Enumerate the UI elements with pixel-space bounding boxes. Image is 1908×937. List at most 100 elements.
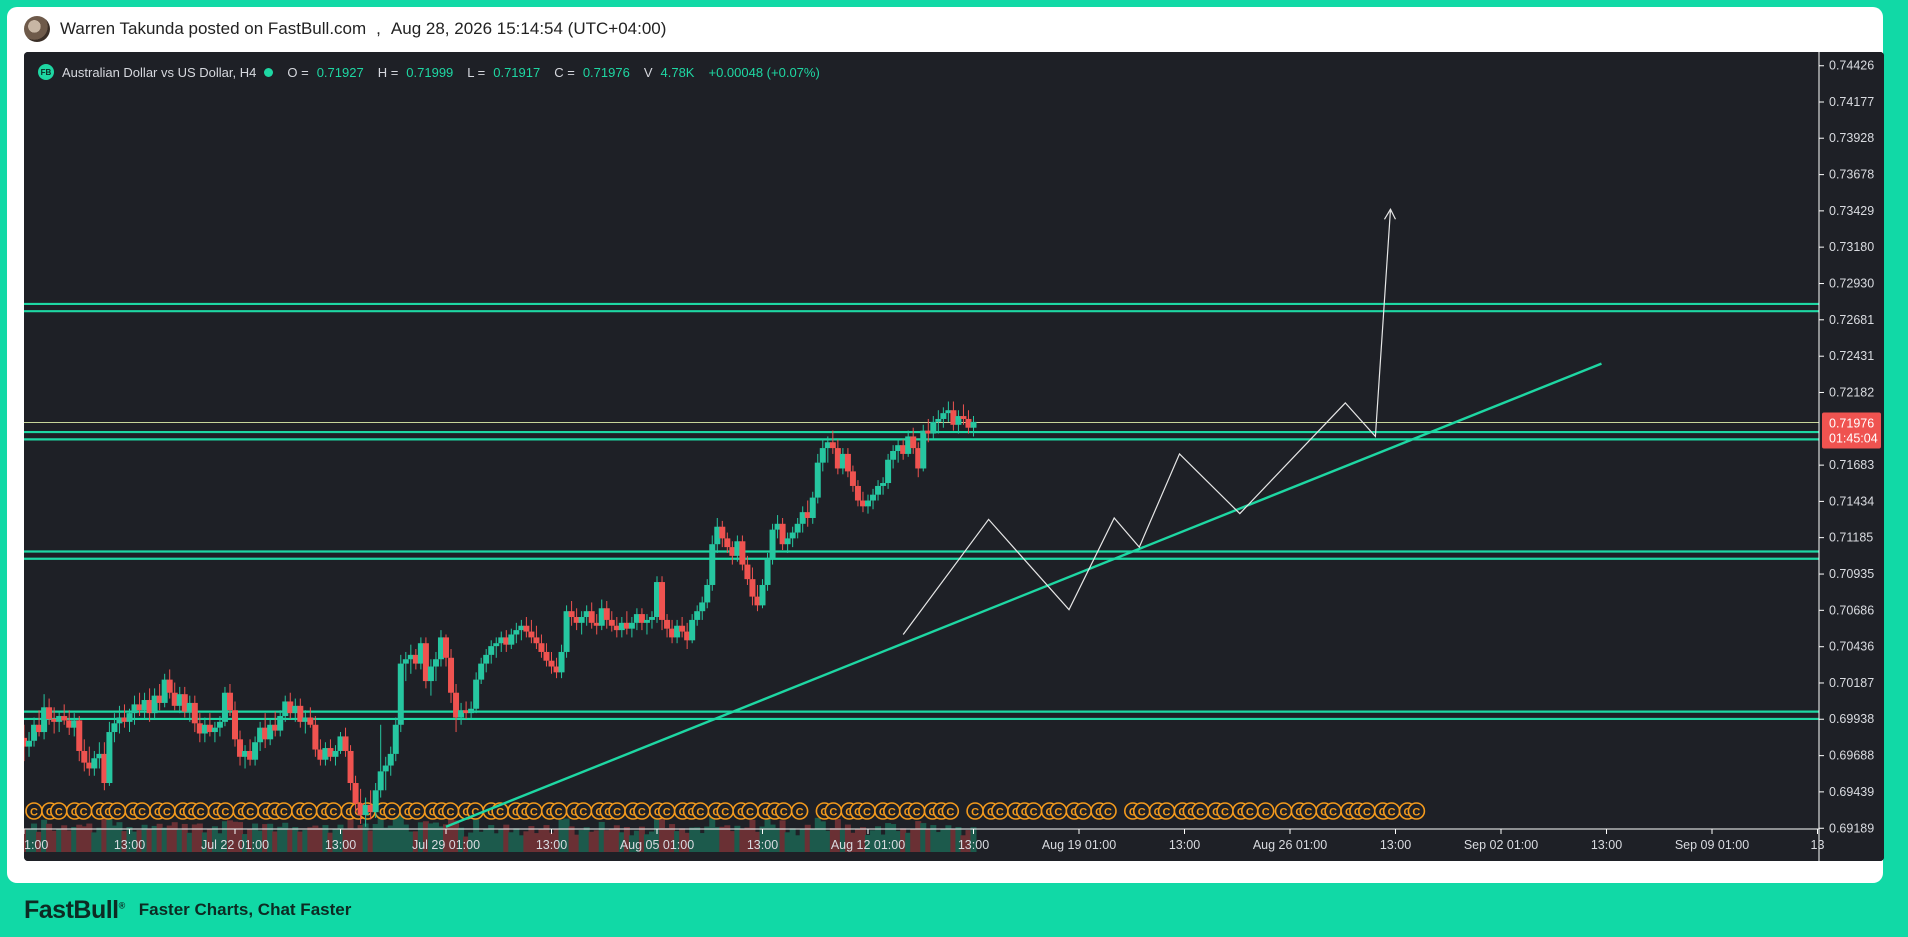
price-tag-countdown: 01:45:04 [1829,431,1878,445]
candle-body [643,619,650,623]
event-marker-label: C [780,807,788,819]
price-tick-label: 0.70935 [1829,567,1874,581]
fastbull-badge-icon: FB [38,64,54,80]
candle-body [538,643,545,652]
author-line[interactable]: Warren Takunda posted on FastBull.com [60,19,366,39]
logo-text: FastBull [24,895,119,924]
price-tick-label: 0.72431 [1829,349,1874,363]
candle-body [844,453,851,472]
low-value: 0.71917 [493,64,541,80]
event-marker-label: C [863,807,871,819]
event-marker-label: C [996,807,1004,819]
chart-panel[interactable]: CCCCCCCCCCCCCCCCCCCCCCCCCCCCCCCCCCCCCCCC… [24,52,1884,861]
fastbull-logo[interactable]: FastBull® [24,896,125,925]
candle-body [960,416,967,419]
price-tick-label: 0.73928 [1829,131,1874,145]
candle-body [307,717,314,725]
candle-body [468,708,475,714]
event-marker-label: C [663,807,671,819]
price-tick-label: 0.71434 [1829,494,1874,508]
candle-body [397,663,404,725]
price-tick-label: 0.73678 [1829,168,1874,182]
time-tick-label: Sep 09 01:00 [1675,838,1749,852]
volume-value: 4.78K [660,64,695,80]
candle-body [880,483,887,486]
price-tick-label: 0.72681 [1829,313,1874,327]
candle-body [739,541,746,565]
time-tick-label: 13:00 [747,838,778,852]
candle-body [106,732,113,784]
candle-body [523,625,530,632]
candle-body [543,651,550,661]
event-marker-label: C [1262,807,1270,819]
event-marker-44: C [549,802,568,820]
price-tick-label: 0.72930 [1829,277,1874,291]
event-marker-64: C [790,802,809,820]
candle-body [648,617,655,620]
event-marker-49: C [608,802,626,820]
event-marker-32: C [407,802,426,820]
event-marker-label: C [413,807,421,819]
close-value: 0.71976 [582,64,630,80]
time-tick-label: 15 01:00 [24,838,48,852]
candle-body [352,783,359,804]
event-marker-label: C [496,807,504,819]
price-tick-label: 0.69439 [1829,785,1874,799]
price-tick-label: 0.70187 [1829,676,1874,690]
candle-body [483,654,490,664]
avatar[interactable] [24,16,50,42]
candle-body [910,436,917,449]
event-marker-4: C [74,802,93,820]
candle-body [232,710,238,740]
event-marker-label: C [946,807,954,819]
candle-body [211,727,218,733]
event-marker-86: C [1049,802,1068,820]
candle-body [252,742,259,760]
candle-body [226,692,233,711]
open-label: O = [287,64,309,80]
price-tick-label: 0.73180 [1829,240,1874,254]
event-marker-label: C [1163,807,1171,819]
event-marker-label: C [1304,807,1312,819]
event-marker-label: C [888,807,896,819]
event-marker-label: C [1246,807,1254,819]
event-marker-label: C [796,807,804,819]
event-marker-46: C [574,802,593,820]
candle-body [578,617,585,623]
candle-body [885,459,892,484]
time-tick-label: 13 [1811,838,1825,852]
candle-body [126,713,133,722]
event-marker-label: C [388,807,396,819]
post-timestamp: Aug 28, 2026 15:14:54 (UTC+04:00) [390,19,667,38]
candle-body [443,637,449,658]
event-marker-label: C [1221,807,1229,819]
event-marker-112: C [1358,802,1376,820]
event-marker-label: C [197,807,205,819]
candle-body [814,462,821,498]
footer-tagline: Faster Charts, Chat Faster [138,900,352,919]
event-marker-18: C [241,802,259,820]
event-marker-label: C [829,807,837,819]
event-marker-58: C [716,802,735,820]
event-marker-7: C [108,802,127,820]
event-marker-105: C [1274,802,1293,820]
event-marker-70: C [858,802,876,820]
candle-body [659,582,666,620]
candle-body [347,750,354,784]
event-marker-label: C [1388,807,1396,819]
candlestick-chart[interactable]: CCCCCCCCCCCCCCCCCCCCCCCCCCCCCCCCCCCCCCCC… [24,52,1884,861]
event-marker-42: C [524,802,543,820]
candle-body [277,716,284,731]
time-tick-label: Aug 12 01:00 [831,838,905,852]
candle-body [819,448,826,463]
event-marker-label: C [613,807,621,819]
time-tick-label: 13:00 [114,838,145,852]
event-marker-label: C [1054,807,1062,819]
time-tick-label: Aug 19 01:00 [1042,838,1116,852]
event-marker-9: C [133,802,151,820]
candle-body [784,538,791,545]
candle-body [854,485,861,501]
time-tick-label: Aug 05 01:00 [620,838,694,852]
instrument-name[interactable]: Australian Dollar vs US Dollar, H4 [62,65,256,80]
event-marker-63: C [774,802,793,820]
